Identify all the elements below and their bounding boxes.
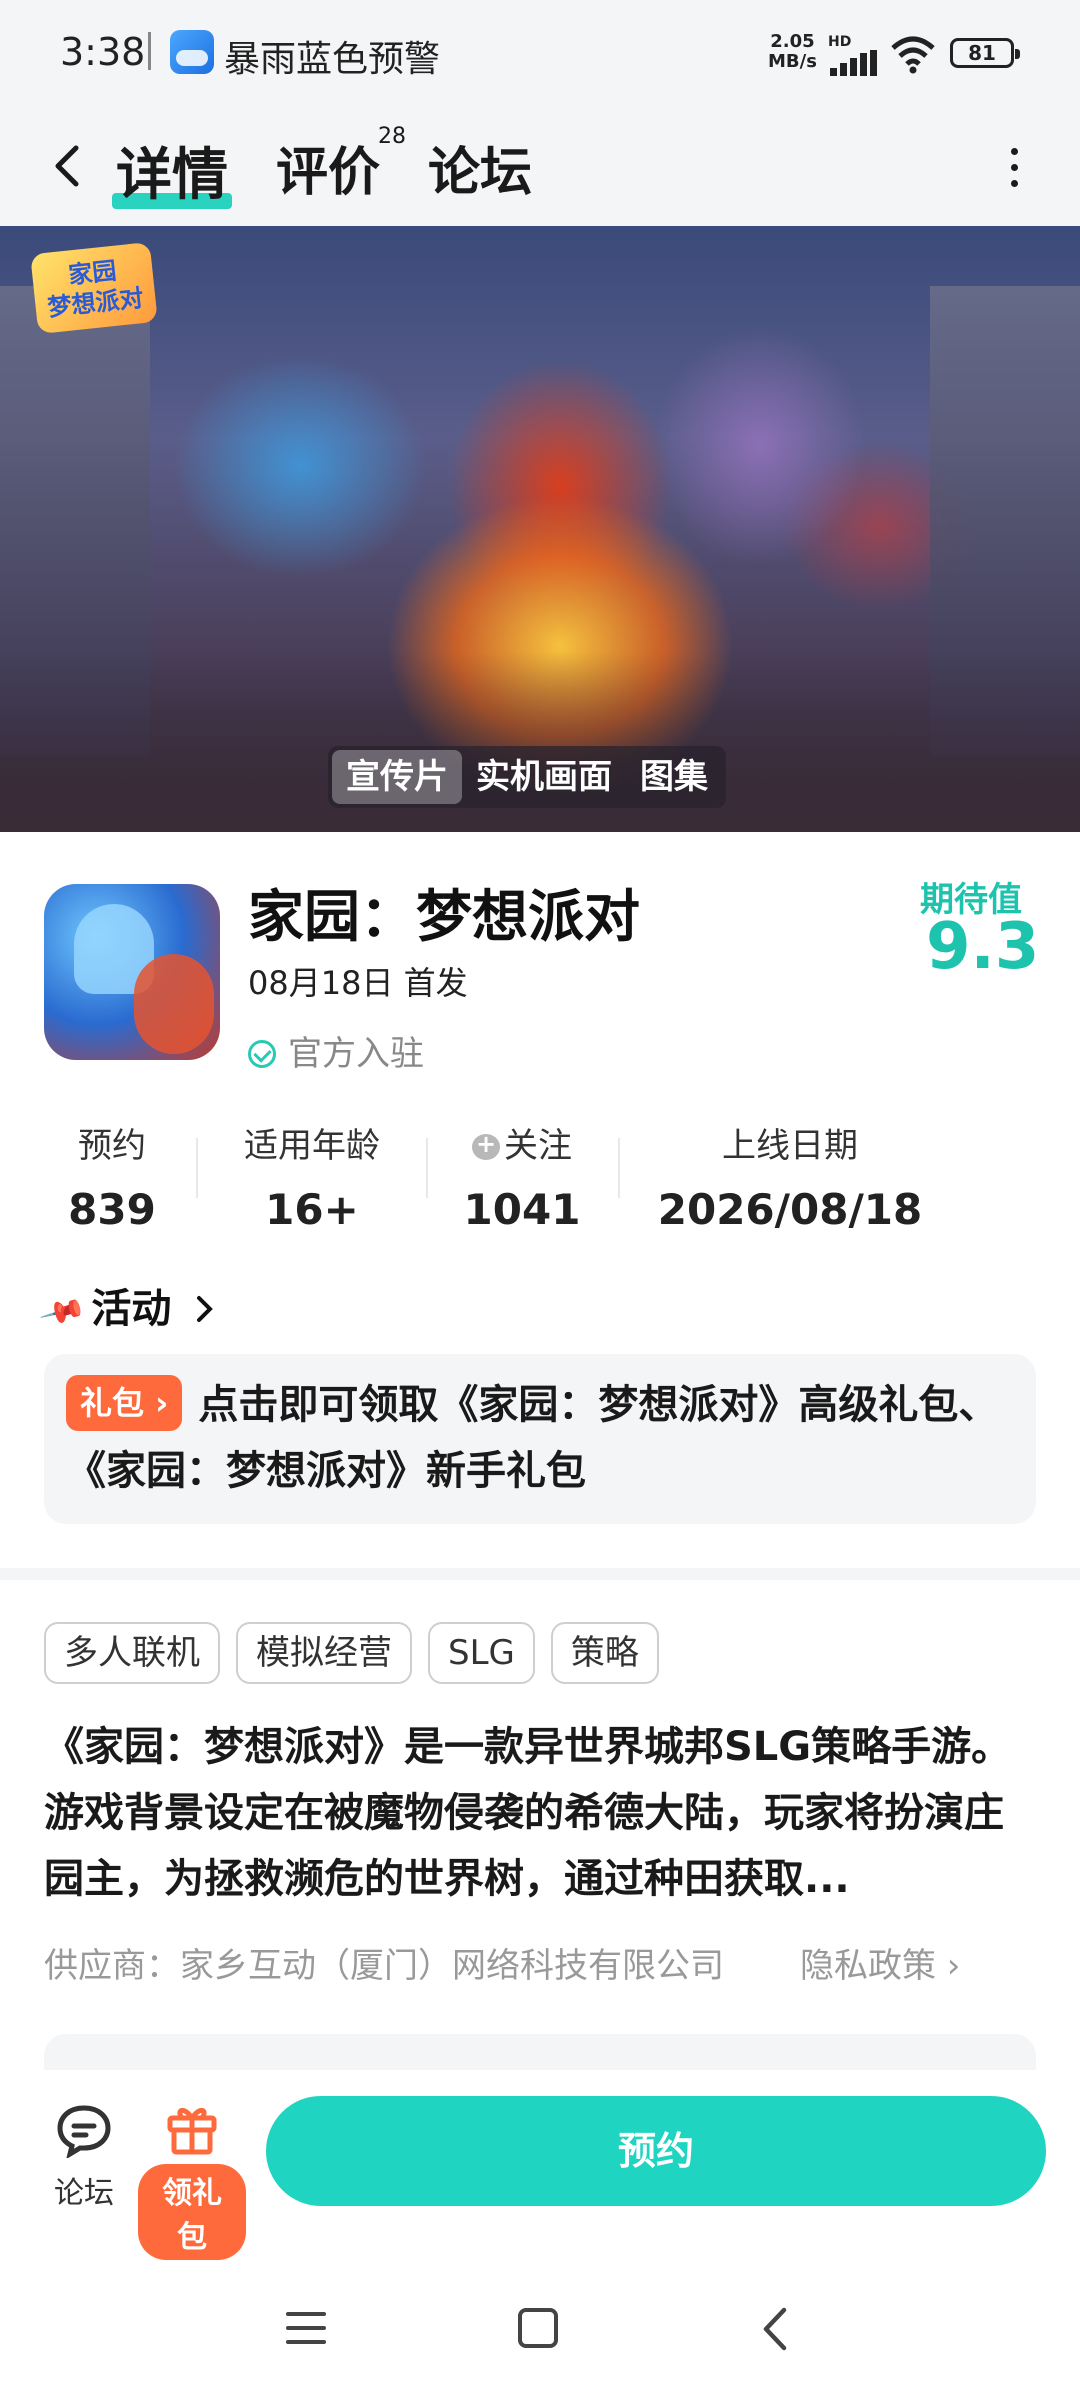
privacy-policy-link[interactable]: 隐私政策 › [800,1938,960,1987]
gift-activity-card[interactable]: 礼包 › 点击即可领取《家园：梦想派对》高级礼包、《家园：梦想派对》新手礼包 [44,1354,1036,1524]
tab-reviews[interactable]: 评价 28 [276,124,406,205]
tag-simulation[interactable]: 模拟经营 [236,1622,412,1684]
stats-row: 预约 839 适用年龄 16+ 关注 1041 上线日期 2026/08/18 [0,1118,1080,1228]
more-options-icon[interactable] [1004,142,1024,192]
supplier-text: 供应商：家乡互动（厦门）网络科技有限公司 [44,1946,724,1986]
forum-chat-icon [57,2105,111,2160]
wifi-icon [891,36,935,74]
game-description[interactable]: 《家园：梦想派对》是一款异世界城邦SLG策略手游。游戏背景设定在被魔物侵袭的希德… [44,1714,1040,1912]
follow-heart-icon [472,1130,500,1160]
system-nav-bar [0,2260,1080,2400]
official-badge: 官方入驻 [248,1026,424,1075]
activity-text: 点击即可领取《家园：梦想派对》高级礼包、《家园：梦想派对》新手礼包 [66,1382,999,1494]
promo-banner[interactable]: 家园 梦想派对 宣传片 实机画面 图集 [0,226,1080,832]
stat-launch-date: 上线日期 2026/08/18 [657,1126,923,1228]
signal-icon [830,50,880,76]
stat-age-rating: 适用年龄 16+ [244,1126,380,1228]
bottom-action-bar: 论坛 领礼包 预约 [0,2070,1080,2260]
media-tabs: 宣传片 实机画面 图集 [328,746,726,808]
check-circle-icon [248,1040,276,1068]
network-speed-value: 2.05 [770,31,815,52]
tag-list: 多人联机 模拟经营 SLG 策略 [44,1622,659,1684]
status-separator [148,32,151,70]
back-icon[interactable] [44,136,94,196]
battery-icon: 81 [950,38,1020,68]
app-icon [44,884,220,1060]
expectation-score: 9.3 [926,910,1040,984]
release-date: 08月18日 首发 [248,964,468,1002]
network-speed: 2.05 MB/s [768,32,817,72]
pin-icon: 📌 [37,1288,88,1337]
system-back-icon[interactable] [756,2304,796,2354]
media-tab-trailer[interactable]: 宣传片 [332,750,462,804]
stat-divider [426,1138,428,1198]
tag-multiplayer[interactable]: 多人联机 [44,1622,220,1684]
reserve-button[interactable]: 预约 [266,2096,1046,2206]
media-tab-gallery[interactable]: 图集 [626,750,722,804]
stat-reservations: 预约 839 [68,1126,156,1228]
tag-slg[interactable]: SLG [428,1622,535,1684]
section-divider [0,1568,1080,1580]
hd-indicator: HD [828,34,852,50]
claim-gift-button[interactable]: 领礼包 [138,2100,246,2260]
gift-badge: 礼包 › [66,1375,183,1431]
top-nav: 详情 评价 28 论坛 [0,108,1080,226]
stat-divider [196,1138,198,1198]
stat-followers[interactable]: 关注 1041 [450,1118,594,1228]
stat-divider [618,1138,620,1198]
activity-header[interactable]: 📌活动 [38,1276,217,1337]
forum-button[interactable]: 论坛 [44,2102,124,2212]
tag-strategy[interactable]: 策略 [550,1622,659,1684]
app-title: 家园：梦想派对 [248,885,640,950]
weather-alert-icon [170,30,214,74]
status-bar: 3:38 暴雨蓝色预警 2.05 MB/s HD 81 [0,0,1080,108]
review-count-badge: 28 [378,124,407,149]
tab-details[interactable]: 详情 [112,130,232,211]
network-speed-unit: MB/s [768,51,817,72]
gift-box-icon [167,2108,217,2155]
recent-apps-icon[interactable] [286,2310,326,2346]
game-logo: 家园 梦想派对 [30,241,158,335]
tab-forum[interactable]: 论坛 [428,130,532,205]
weather-alert-text: 暴雨蓝色预警 [224,39,441,80]
home-icon[interactable] [518,2308,558,2348]
status-time: 3:38 [60,30,146,74]
media-tab-gameplay[interactable]: 实机画面 [462,750,626,804]
chevron-right-icon [197,1296,214,1322]
